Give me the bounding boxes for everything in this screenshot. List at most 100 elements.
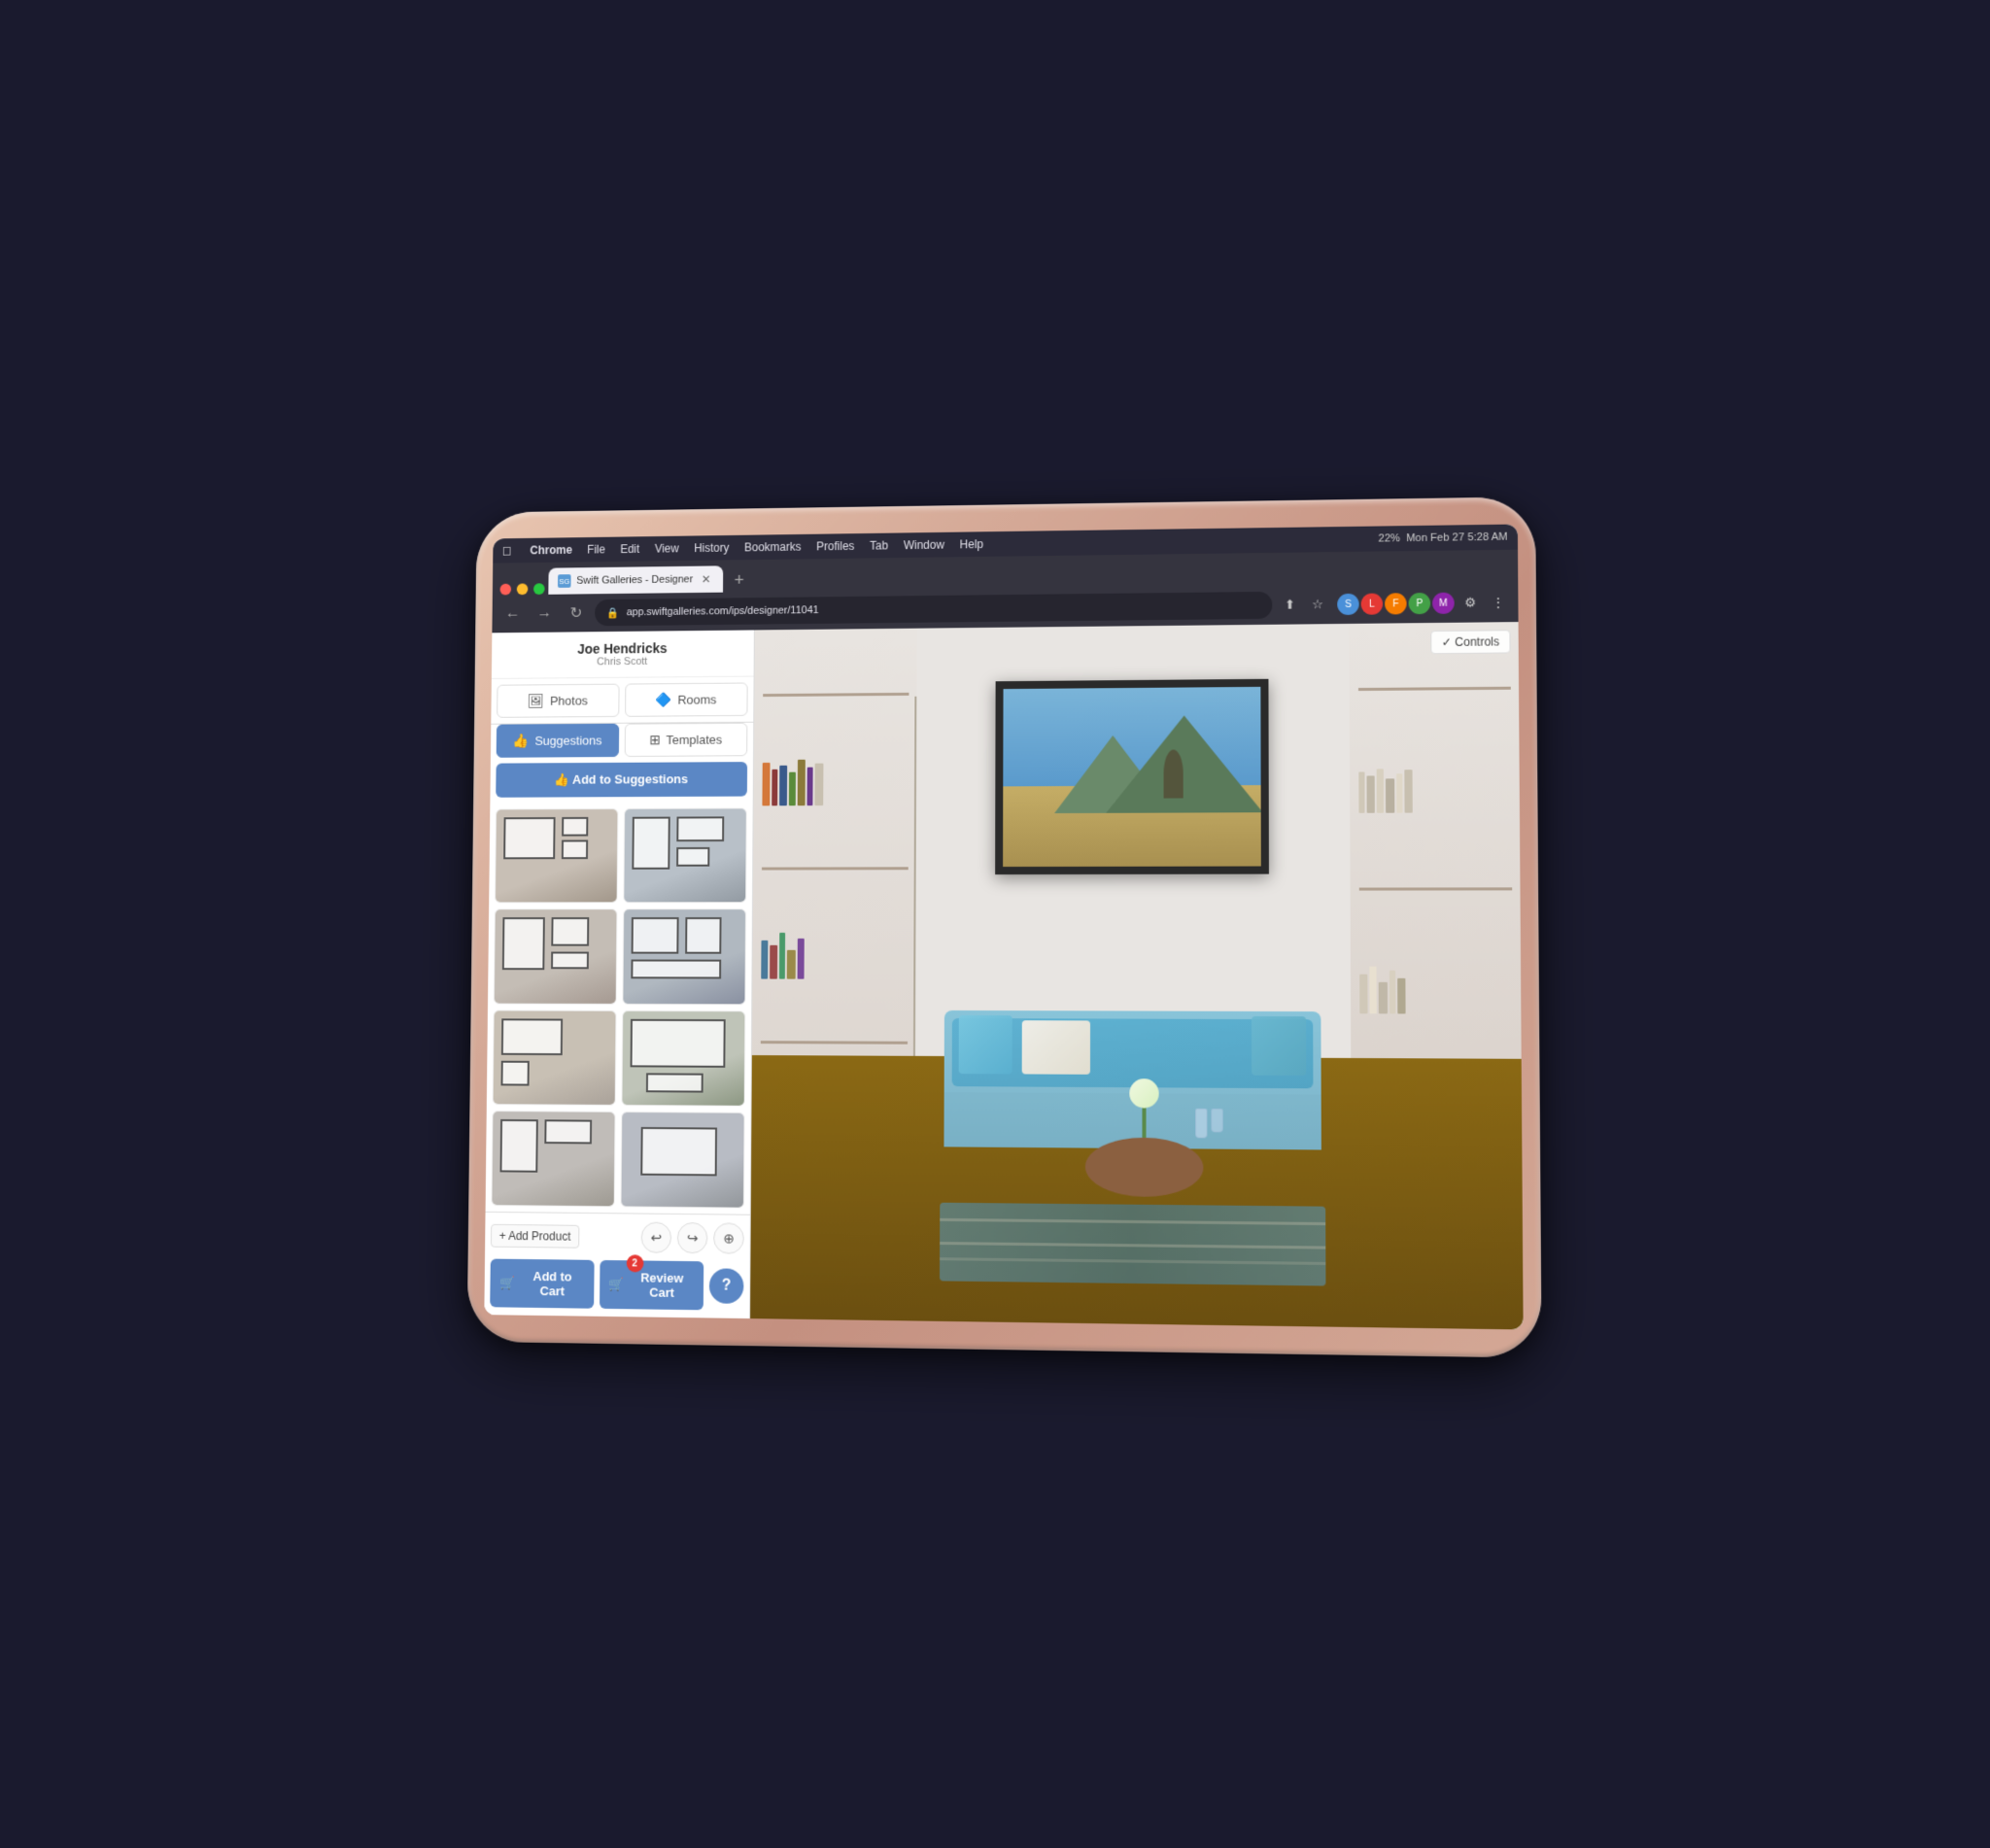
zoom-icon: ⊕ — [723, 1230, 735, 1247]
gallery-item[interactable] — [493, 1010, 616, 1106]
frame-5b — [501, 1060, 530, 1085]
undo-button[interactable]: ↩ — [641, 1222, 672, 1253]
gallery-preview — [495, 909, 616, 1004]
ext-icon-2[interactable]: L — [1361, 594, 1384, 615]
gallery-item[interactable] — [491, 1111, 615, 1208]
tab-favicon: SG — [558, 574, 571, 588]
frame-7b — [544, 1119, 592, 1144]
menu-edit[interactable]: Edit — [620, 542, 639, 556]
review-cart-icon: 🛒 — [608, 1277, 624, 1292]
gallery-item[interactable] — [623, 807, 747, 903]
frame-5a — [501, 1018, 563, 1055]
menu-chrome[interactable]: Chrome — [530, 543, 572, 557]
zoom-button[interactable]: ⊕ — [713, 1222, 744, 1253]
cart-buttons: 🛒 Add to Cart 2 🛒 Review Cart ? — [490, 1259, 743, 1311]
bottom-bar: + Add Product ↩ ↪ ⊕ 🛒 Add to Cart — [484, 1212, 749, 1318]
gallery-preview — [623, 909, 745, 1004]
gallery-item[interactable] — [620, 1112, 745, 1209]
menu-profiles[interactable]: Profiles — [816, 539, 854, 553]
gallery-preview — [492, 1112, 614, 1208]
battery-status: 22% — [1379, 532, 1401, 544]
ext-icon-5[interactable]: M — [1432, 593, 1455, 614]
review-cart-button[interactable]: 2 🛒 Review Cart — [600, 1260, 704, 1310]
frame-1c — [562, 839, 588, 859]
ext-icon-3[interactable]: F — [1385, 593, 1407, 614]
date-time: Mon Feb 27 5:28 AM — [1406, 531, 1508, 544]
redo-button[interactable]: ↪ — [677, 1222, 708, 1253]
extensions-icon[interactable]: ⚙ — [1458, 591, 1483, 614]
refresh-button[interactable]: ↻ — [563, 599, 589, 627]
ext-icon-1[interactable]: S — [1337, 594, 1358, 615]
add-to-suggestions-button[interactable]: 👍 Add to Suggestions — [496, 762, 747, 798]
frame-1a — [503, 817, 555, 859]
frame-3a — [502, 917, 545, 970]
controls-button[interactable]: ✓ Controls — [1430, 630, 1510, 654]
gallery-preview — [496, 809, 617, 904]
nav-tabs-row1: 🖼 Photos 🔷 Rooms — [491, 677, 753, 725]
frame-6b — [645, 1073, 703, 1092]
menu-file[interactable]: File — [587, 543, 605, 557]
menu-history[interactable]: History — [694, 541, 729, 555]
review-cart-badge: 2 — [626, 1254, 643, 1272]
bottom-actions: + Add Product ↩ ↪ ⊕ — [491, 1220, 744, 1254]
extension-icons: S L F P M — [1337, 593, 1455, 615]
main-content: ✓ Controls — [750, 622, 1524, 1329]
photos-icon: 🖼 — [528, 693, 544, 709]
menu-bookmarks[interactable]: Bookmarks — [744, 540, 802, 554]
tab-photos[interactable]: 🖼 Photos — [497, 684, 619, 718]
maximize-window-btn[interactable] — [533, 583, 545, 595]
frame-2a — [632, 817, 669, 870]
bookmark-icon[interactable]: ☆ — [1306, 593, 1329, 616]
ipad-frame:  Chrome File Edit View History Bookmark… — [467, 496, 1542, 1358]
url-text: app.swiftgalleries.com/ips/designer/1104… — [627, 604, 819, 618]
rug — [940, 1203, 1325, 1286]
frame-3c — [551, 952, 589, 970]
gallery-item[interactable] — [494, 908, 617, 1004]
gallery-item[interactable] — [621, 1010, 745, 1106]
tab-suggestions[interactable]: 👍 Suggestions — [497, 724, 619, 758]
frame-2b — [676, 816, 724, 841]
new-tab-button[interactable]: + — [727, 567, 751, 593]
browser-tab-active[interactable]: SG Swift Galleries - Designer ✕ — [548, 565, 723, 595]
back-button[interactable]: ← — [499, 600, 526, 627]
tab-close-btn[interactable]: ✕ — [699, 571, 714, 587]
cart-icon: 🛒 — [499, 1276, 515, 1291]
gallery-item[interactable] — [622, 908, 746, 1004]
tab-title: Swift Galleries - Designer — [576, 574, 693, 587]
minimize-window-btn[interactable] — [517, 583, 529, 595]
frame-3b — [551, 917, 589, 946]
add-product-button[interactable]: + Add Product — [491, 1224, 579, 1249]
address-bar[interactable]: 🔒 app.swiftgalleries.com/ips/designer/11… — [595, 592, 1272, 627]
nav-tabs-row2: 👍 Suggestions ⊞ Templates — [491, 723, 753, 764]
browser-icons-right: ⬆ ☆ S L F P M ⚙ ⋮ — [1278, 591, 1510, 617]
gallery-preview — [624, 808, 746, 903]
ext-icon-4[interactable]: P — [1409, 593, 1431, 614]
room-background: ✓ Controls — [750, 622, 1524, 1329]
menu-help[interactable]: Help — [960, 537, 983, 551]
more-icon[interactable]: ⋮ — [1486, 591, 1510, 614]
gallery-preview — [621, 1112, 744, 1209]
apple-icon:  — [502, 543, 511, 558]
help-button[interactable]: ? — [709, 1268, 744, 1304]
frame-7a — [500, 1119, 538, 1173]
menu-view[interactable]: View — [655, 542, 679, 556]
tab-rooms[interactable]: 🔷 Rooms — [625, 682, 748, 716]
gallery-item[interactable] — [495, 808, 618, 904]
sidebar: Joe Hendricks Chris Scott 🖼 Photos 🔷 Roo… — [484, 630, 755, 1318]
close-window-btn[interactable] — [500, 584, 512, 596]
ipad-screen:  Chrome File Edit View History Bookmark… — [484, 525, 1523, 1330]
frame-4b — [685, 917, 721, 954]
user-info: Joe Hendricks Chris Scott — [492, 630, 754, 678]
menu-tab[interactable]: Tab — [870, 539, 888, 553]
share-icon[interactable]: ⬆ — [1278, 593, 1301, 616]
art-frame[interactable] — [995, 678, 1269, 873]
menu-window[interactable]: Window — [904, 538, 944, 552]
art-inner — [1003, 687, 1261, 867]
gallery-grid — [486, 802, 753, 1214]
frame-8a — [640, 1127, 717, 1176]
tab-templates[interactable]: ⊞ Templates — [624, 723, 747, 757]
add-to-cart-button[interactable]: 🛒 Add to Cart — [490, 1259, 594, 1309]
suggestions-icon: 👍 — [513, 733, 530, 749]
forward-button[interactable]: → — [532, 600, 558, 628]
templates-icon: ⊞ — [649, 732, 661, 748]
